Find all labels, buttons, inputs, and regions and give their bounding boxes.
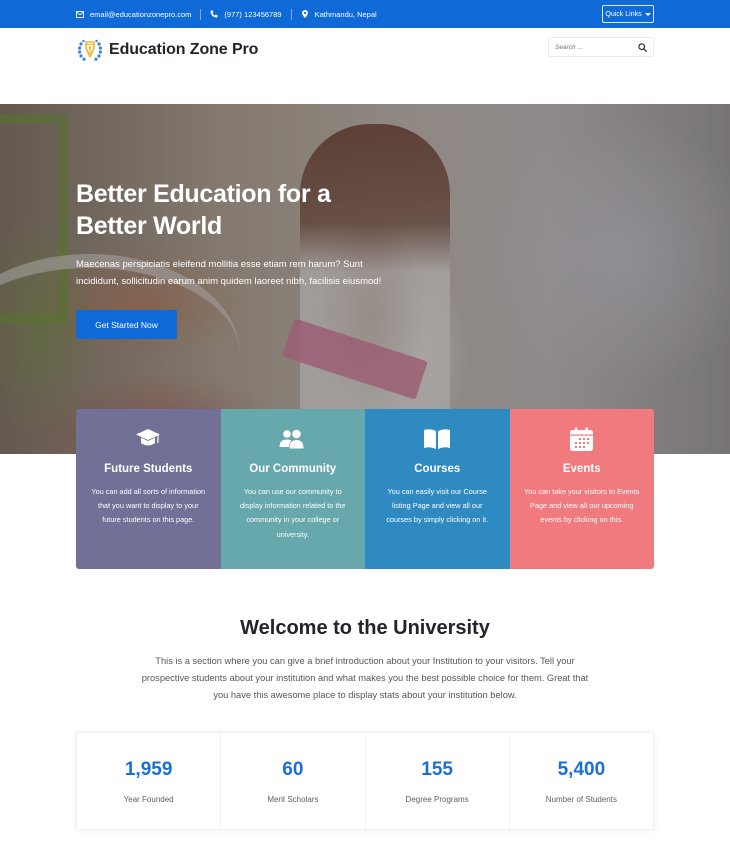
hero-title: Better Education for a Better World [76, 178, 406, 242]
feature-text: You can add all sorts of information tha… [91, 487, 206, 525]
book-open-icon [423, 426, 451, 452]
feature-card-our-community[interactable]: Our Community You can use our community … [220, 409, 365, 569]
feature-card-courses[interactable]: Courses You can easily visit our Course … [365, 409, 510, 569]
quick-links-label: Quick Links [605, 10, 642, 18]
feature-cards: Future Students You can add all sorts of… [76, 409, 654, 569]
laurel-pen-logo-icon [76, 36, 104, 64]
stat-value: 5,400 [557, 759, 606, 780]
contact-phone[interactable]: (977) 123456789 [210, 9, 282, 19]
feature-text: You can easily visit our Course listing … [386, 487, 489, 525]
site-header: Education Zone Pro [0, 28, 730, 104]
envelope-icon [76, 10, 84, 18]
map-pin-icon [301, 10, 309, 18]
phone-icon [210, 10, 218, 18]
stat-label: Year Founded [123, 795, 174, 804]
top-bar: email@educationzonepro.com (977) 1234567… [0, 0, 730, 28]
stat-label: Merit Scholars [267, 795, 319, 804]
stat-merit-scholars: 60 Merit Scholars [221, 733, 366, 829]
site-name: Education Zone Pro [109, 41, 259, 58]
contact-email[interactable]: email@educationzonepro.com [76, 10, 191, 19]
site-logo[interactable]: Education Zone Pro [76, 36, 258, 64]
stat-year-founded: 1,959 Year Founded [77, 733, 222, 829]
stat-value: 60 [282, 759, 304, 780]
stat-label: Number of Students [545, 795, 617, 804]
email-text: email@educationzonepro.com [90, 9, 192, 19]
hero-title-line1: Better Education for a [76, 180, 331, 208]
feature-card-events[interactable]: Events You can take your visitors to Eve… [509, 409, 654, 569]
stats-panel: 1,959 Year Founded 60 Merit Scholars 155… [76, 732, 654, 830]
hero-content: Better Education for a Better World Maec… [76, 178, 406, 339]
stat-number-of-students: 5,400 Number of Students [510, 733, 653, 829]
feature-title: Future Students [104, 463, 193, 475]
stat-degree-programs: 155 Degree Programs [366, 733, 510, 829]
search-box [548, 37, 654, 57]
stat-value: 1,959 [124, 759, 173, 780]
welcome-title: Welcome to the University [240, 617, 490, 639]
location-text: Kathmandu, Nepal [314, 9, 377, 19]
calendar-icon [568, 426, 596, 452]
hero-background-image [0, 114, 68, 324]
contact-info: email@educationzonepro.com (977) 1234567… [76, 0, 377, 28]
hero-banner: Better Education for a Better World Maec… [0, 104, 730, 454]
stat-value: 155 [421, 759, 453, 780]
users-icon [279, 426, 307, 452]
stat-label: Degree Programs [405, 795, 469, 804]
divider [290, 8, 292, 20]
hero-description: Maecenas perspiciatis eleifend mollitia … [76, 259, 382, 287]
contact-location: Kathmandu, Nepal [301, 10, 377, 19]
search-icon[interactable] [638, 42, 647, 52]
welcome-description: This is a section where you can give a b… [141, 656, 589, 700]
quick-links-dropdown[interactable]: Quick Links [602, 5, 654, 23]
phone-text: (977) 123456789 [224, 9, 282, 19]
caret-down-icon [644, 12, 651, 16]
search-input[interactable] [555, 43, 635, 51]
hero-title-line2: Better World [76, 212, 222, 240]
feature-title: Our Community [249, 463, 337, 475]
feature-title: Courses [414, 463, 461, 475]
feature-text: You can take your visitors to Events Pag… [524, 487, 640, 525]
feature-text: You can use our community to display inf… [240, 487, 346, 539]
divider [200, 8, 202, 20]
get-started-button[interactable]: Get Started Now [76, 310, 177, 339]
graduation-cap-icon [134, 426, 162, 452]
feature-title: Events [562, 463, 601, 475]
feature-card-future-students[interactable]: Future Students You can add all sorts of… [76, 409, 221, 569]
